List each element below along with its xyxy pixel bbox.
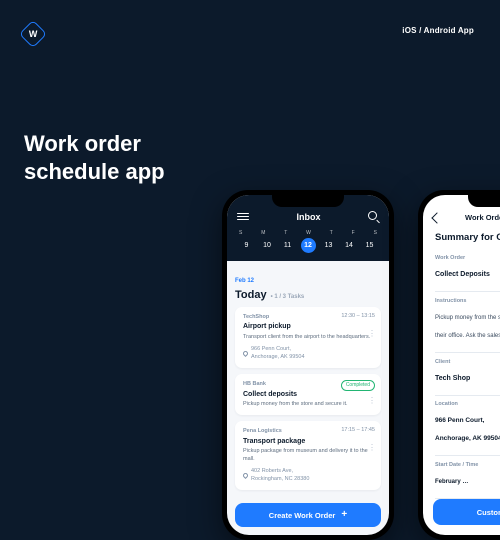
week-day-labels: SMTWTFS bbox=[237, 230, 379, 236]
phone-report: Work Order Repo Summary for Cust Work Or… bbox=[418, 190, 500, 540]
customer-signature-button[interactable]: Customer Signatu bbox=[433, 499, 500, 525]
screen-title: Inbox bbox=[297, 212, 321, 222]
pin-icon bbox=[242, 350, 249, 357]
kebab-icon[interactable]: ⋮ bbox=[368, 329, 375, 340]
phone-inbox: Inbox SMTWTFS 9101112131415 Feb 12 Today… bbox=[222, 190, 394, 540]
location-value: 966 Penn Court, Anchorage, AK 99504 bbox=[435, 417, 500, 442]
pin-icon bbox=[242, 472, 249, 479]
task-time: 17:15 – 17:45 bbox=[341, 427, 375, 434]
task-card[interactable]: 17:15 – 17:45 ⋮ Pena Logistics Transport… bbox=[235, 421, 381, 490]
hero-title: Work order schedule app bbox=[24, 130, 165, 185]
status-chip: Completed bbox=[341, 380, 375, 391]
start-date: February … bbox=[435, 479, 468, 485]
search-icon[interactable] bbox=[368, 211, 379, 222]
task-counter: • 1 / 3 Tasks bbox=[271, 294, 305, 300]
brand-logo: W bbox=[19, 20, 47, 48]
screen-title: Work Order Repo bbox=[465, 213, 500, 222]
kebab-icon[interactable]: ⋮ bbox=[368, 396, 375, 407]
task-time: 12:30 – 13:15 bbox=[341, 313, 375, 320]
task-card[interactable]: Completed ⋮ HB Bank Collect deposits Pic… bbox=[235, 374, 381, 415]
task-card[interactable]: 12:30 – 13:15 ⋮ TechShop Airport pickup … bbox=[235, 307, 381, 368]
today-heading: Today bbox=[235, 289, 267, 301]
instructions-text: Pickup money from the store. It should b… bbox=[435, 315, 500, 339]
kebab-icon[interactable]: ⋮ bbox=[368, 443, 375, 454]
work-order-value: Collect Deposits bbox=[435, 271, 490, 278]
summary-heading: Summary for Cust bbox=[423, 228, 500, 253]
menu-icon[interactable] bbox=[237, 213, 249, 221]
brand-letter: W bbox=[29, 29, 38, 39]
client-value: Tech Shop bbox=[435, 375, 470, 382]
back-icon[interactable] bbox=[431, 212, 442, 223]
create-work-order-button[interactable]: Create Work Order+ bbox=[235, 503, 381, 527]
selected-date-label[interactable]: Feb 12 bbox=[235, 278, 254, 284]
platform-label: iOS / Android App bbox=[402, 26, 474, 35]
week-dates[interactable]: 9101112131415 bbox=[237, 238, 379, 253]
